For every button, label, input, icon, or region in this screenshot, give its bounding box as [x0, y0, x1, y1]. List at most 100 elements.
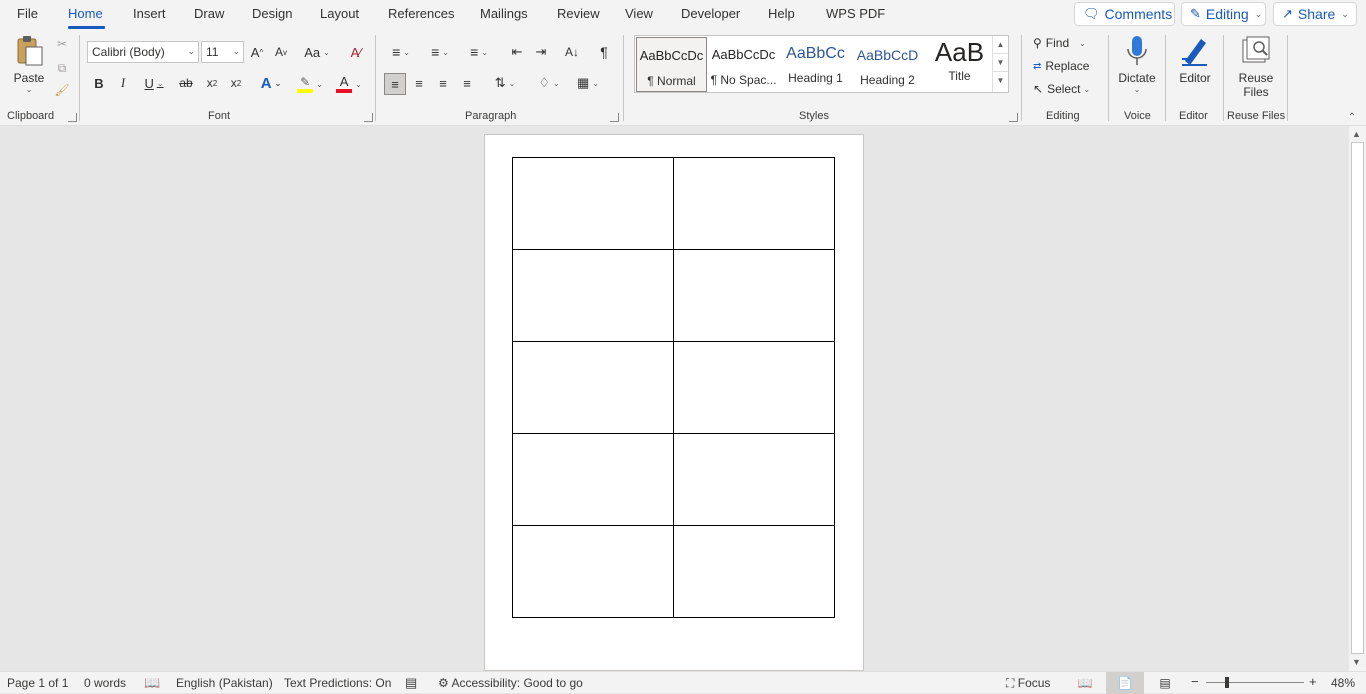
- vertical-scrollbar[interactable]: ▲ ▼: [1349, 126, 1366, 671]
- table-cell[interactable]: [673, 249, 835, 342]
- italic-button[interactable]: I: [115, 74, 131, 92]
- font-color-button[interactable]: A ⌄: [333, 73, 365, 95]
- select-button[interactable]: ↖ Select ⌄: [1033, 81, 1090, 97]
- superscript-button[interactable]: x2: [227, 74, 245, 92]
- format-painter-icon[interactable]: 🖌: [53, 81, 71, 99]
- find-button[interactable]: ⚲ Find ⌄: [1033, 35, 1086, 51]
- styles-launcher-icon[interactable]: [1009, 113, 1018, 122]
- tab-insert[interactable]: Insert: [133, 6, 166, 21]
- zoom-level[interactable]: 48%: [1331, 676, 1355, 690]
- chevron-up-icon[interactable]: ▲: [993, 36, 1008, 54]
- tab-draw[interactable]: Draw: [194, 6, 224, 21]
- cut-icon[interactable]: ✂: [54, 35, 70, 53]
- word-count[interactable]: 0 words: [84, 676, 126, 690]
- highlight-color-button[interactable]: ✎ ⌄: [294, 73, 326, 95]
- tab-wps-pdf[interactable]: WPS PDF: [826, 6, 885, 21]
- bold-button[interactable]: B: [91, 74, 107, 92]
- table-cell[interactable]: [673, 525, 835, 618]
- scroll-down-icon[interactable]: ▼: [1352, 657, 1361, 667]
- table-cell[interactable]: [673, 157, 835, 250]
- multilevel-list-icon[interactable]: ≡ ⌄: [463, 43, 495, 61]
- justify-icon[interactable]: ≡: [458, 74, 476, 92]
- change-case-icon[interactable]: Aa ⌄: [302, 43, 332, 61]
- zoom-slider-thumb[interactable]: [1225, 677, 1229, 688]
- table-cell[interactable]: [512, 249, 674, 342]
- paragraph-launcher-icon[interactable]: [610, 113, 619, 122]
- scroll-up-icon[interactable]: ▲: [1352, 129, 1361, 139]
- tab-mailings[interactable]: Mailings: [480, 6, 528, 21]
- style-heading-2[interactable]: AaBbCcD Heading 2: [852, 37, 923, 92]
- clear-formatting-icon[interactable]: A∕: [347, 43, 365, 61]
- table-cell[interactable]: [673, 433, 835, 526]
- track-changes-icon[interactable]: ▤: [405, 675, 417, 691]
- zoom-slider[interactable]: [1206, 682, 1304, 683]
- collapse-ribbon-icon[interactable]: ⌃: [1345, 111, 1359, 123]
- tab-developer[interactable]: Developer: [681, 6, 740, 21]
- scrollbar-thumb[interactable]: [1351, 142, 1364, 654]
- font-size-combo[interactable]: 11 ⌄: [201, 41, 244, 63]
- proofing-icon[interactable]: 📖: [144, 675, 160, 691]
- document-table[interactable]: [512, 157, 835, 618]
- shrink-font-icon[interactable]: Av: [273, 43, 289, 61]
- table-cell[interactable]: [673, 341, 835, 434]
- tab-layout[interactable]: Layout: [320, 6, 359, 21]
- comments-button[interactable]: 🗨 Comments: [1074, 2, 1175, 26]
- zoom-in-icon[interactable]: +: [1309, 674, 1317, 689]
- increase-indent-icon[interactable]: ⇥: [532, 43, 550, 61]
- language[interactable]: English (Pakistan): [176, 676, 273, 690]
- shading-icon[interactable]: ♢ ⌄: [533, 74, 565, 92]
- style-no-spacing[interactable]: AaBbCcDc ¶ No Spac...: [708, 37, 779, 92]
- accessibility-status[interactable]: ⚙ Accessibility: Good to go: [438, 676, 583, 690]
- show-formatting-marks-icon[interactable]: ¶: [595, 43, 613, 61]
- dictate-button[interactable]: Dictate ⌄: [1114, 35, 1160, 94]
- tab-home[interactable]: Home: [68, 6, 103, 21]
- page-count[interactable]: Page 1 of 1: [7, 676, 68, 690]
- subscript-button[interactable]: x2: [203, 74, 221, 92]
- line-spacing-icon[interactable]: ⇅ ⌄: [490, 74, 520, 92]
- style-title[interactable]: AaB Title: [924, 37, 995, 92]
- read-mode-icon[interactable]: 📖: [1066, 672, 1104, 694]
- grow-font-icon[interactable]: A ^: [249, 43, 265, 61]
- focus-mode[interactable]: ⛶ Focus: [1006, 676, 1050, 691]
- tab-help[interactable]: Help: [768, 6, 795, 21]
- font-name-combo[interactable]: Calibri (Body) ⌄: [87, 41, 199, 63]
- decrease-indent-icon[interactable]: ⇤: [508, 43, 526, 61]
- web-layout-icon[interactable]: ▤: [1146, 672, 1184, 694]
- reuse-files-button[interactable]: Reuse Files: [1233, 35, 1279, 99]
- align-right-icon[interactable]: ≡: [434, 74, 452, 92]
- align-center-icon[interactable]: ≡: [410, 74, 428, 92]
- clipboard-launcher-icon[interactable]: [68, 113, 77, 122]
- underline-button[interactable]: U ⌄: [139, 74, 169, 92]
- print-layout-icon[interactable]: 📄: [1106, 672, 1144, 694]
- editor-button[interactable]: Editor: [1172, 35, 1218, 85]
- table-cell[interactable]: [512, 525, 674, 618]
- tab-review[interactable]: Review: [557, 6, 600, 21]
- tab-view[interactable]: View: [625, 6, 653, 21]
- replace-button[interactable]: ⇄ Replace: [1033, 58, 1089, 74]
- share-button[interactable]: ↗ Share ⌄: [1273, 2, 1357, 26]
- editing-mode-button[interactable]: ✎ Editing ⌄: [1181, 2, 1266, 26]
- document-page[interactable]: [484, 134, 864, 671]
- more-styles-icon[interactable]: ▼: [993, 72, 1008, 90]
- font-launcher-icon[interactable]: [364, 113, 373, 122]
- bullets-icon[interactable]: ≡ ⌄: [385, 43, 417, 61]
- align-left-icon[interactable]: ≡: [384, 73, 406, 95]
- numbering-icon[interactable]: ≡ ⌄: [424, 43, 456, 61]
- table-cell[interactable]: [512, 157, 674, 250]
- tab-design[interactable]: Design: [252, 6, 292, 21]
- table-cell[interactable]: [512, 433, 674, 526]
- copy-icon[interactable]: ⧉: [54, 59, 70, 77]
- strikethrough-button[interactable]: ab: [177, 74, 195, 92]
- text-predictions[interactable]: Text Predictions: On: [284, 676, 391, 690]
- paste-button[interactable]: Paste ⌄: [12, 35, 46, 94]
- style-normal[interactable]: AaBbCcDc ¶ Normal: [636, 37, 707, 92]
- tab-references[interactable]: References: [388, 6, 454, 21]
- chevron-down-icon[interactable]: ▼: [993, 54, 1008, 72]
- borders-icon[interactable]: ▦ ⌄: [572, 74, 604, 92]
- style-heading-1[interactable]: AaBbCc Heading 1: [780, 37, 851, 92]
- sort-icon[interactable]: A↓: [563, 43, 581, 61]
- tab-file[interactable]: File: [17, 6, 38, 21]
- table-cell[interactable]: [512, 341, 674, 434]
- text-effects-icon[interactable]: A ⌄: [257, 74, 285, 92]
- zoom-out-icon[interactable]: −: [1191, 674, 1199, 689]
